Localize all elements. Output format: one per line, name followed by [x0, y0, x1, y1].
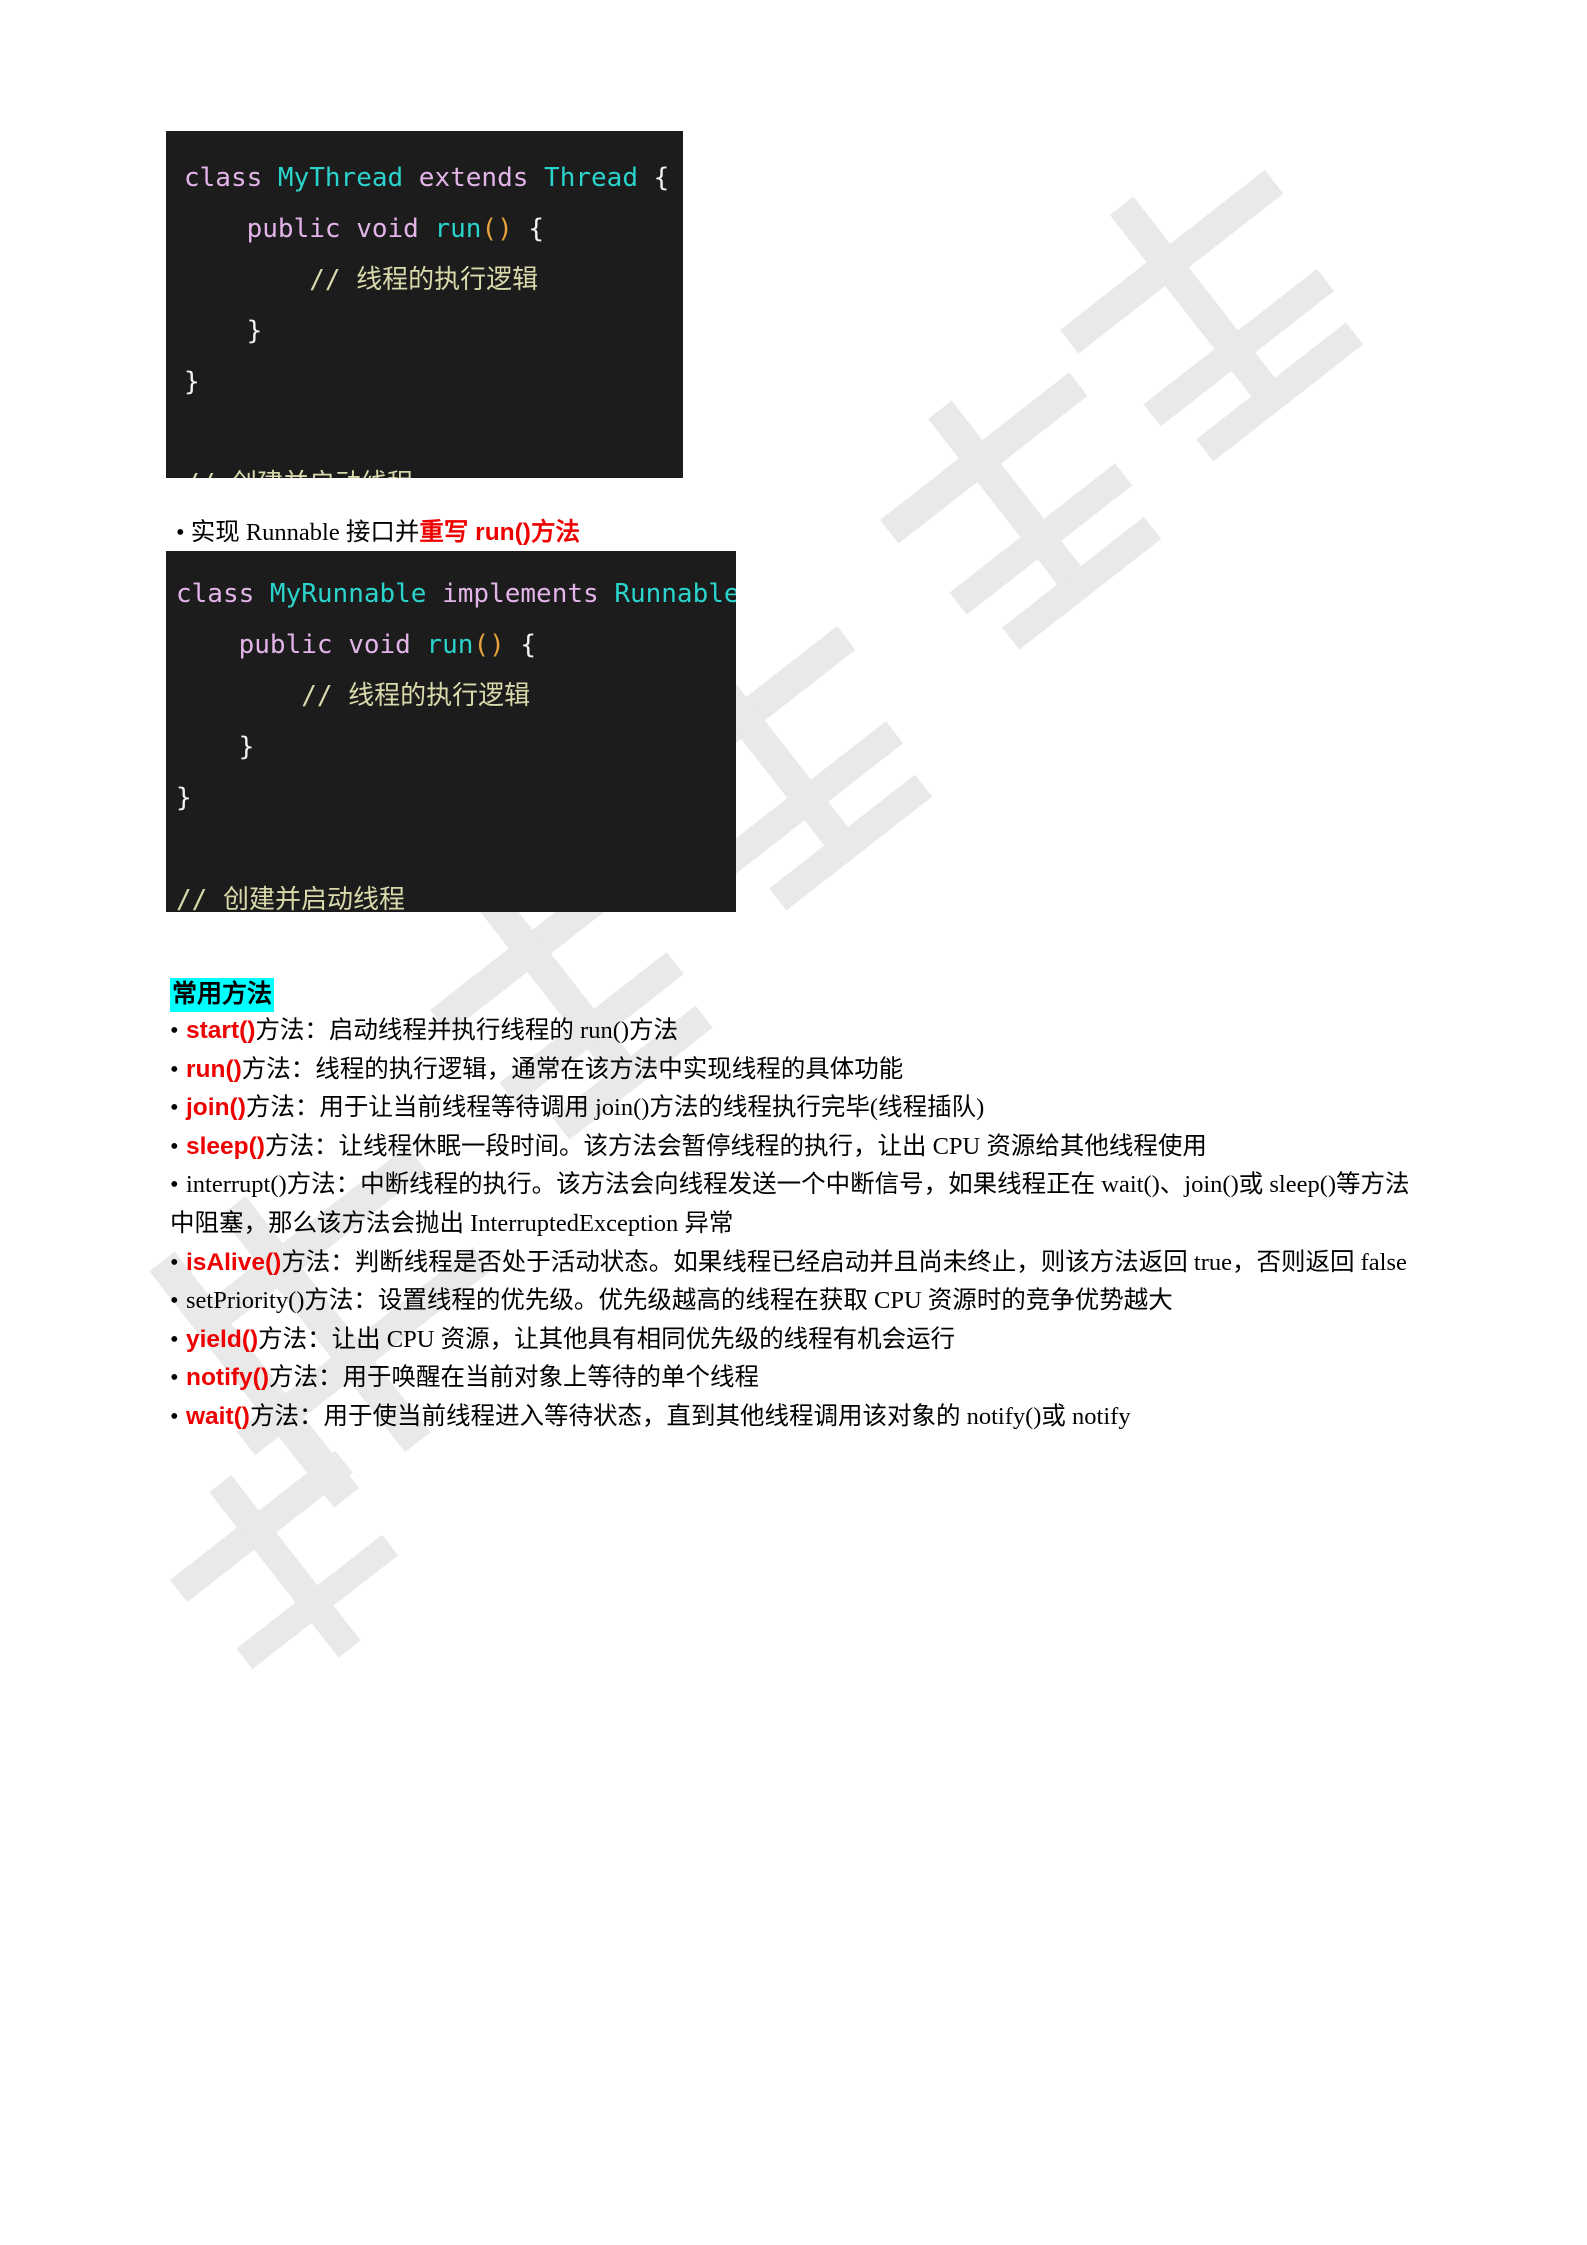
method-list-item: • setPriority()方法：设置线程的优先级。优先级越高的线程在获取 CP… [170, 1282, 1420, 1321]
bullet-dot: • [170, 1325, 179, 1353]
code-token: } [184, 316, 263, 346]
code-token: MyThread [277, 163, 404, 193]
method-text: 方法：用于使当前线程进入等待状态，直到其他线程调用该对象的 notify()或 … [249, 1402, 1131, 1430]
method-list-item: • sleep()方法：让线程休眠一段时间。该方法会暂停线程的执行，让出 CPU … [170, 1128, 1420, 1167]
method-list-item: • isAlive()方法：判断线程是否处于活动状态。如果线程已经启动并且尚未终止… [170, 1244, 1420, 1283]
code-token: MyRunnable [269, 579, 427, 609]
bullet-text: 实现 Runnable 接口并 [184, 519, 420, 546]
code-block-mythread: class MyThread extends Thread { public v… [166, 131, 683, 478]
bullet-implement-runnable: • 实现 Runnable 接口并重写 run()方法 [176, 513, 580, 552]
method-text: yield() [186, 1325, 259, 1353]
code-token: class [176, 579, 270, 609]
method-text: 方法：让线程休眠一段时间。该方法会暂停线程的执行，让出 CPU 资源给其他线程使… [264, 1132, 1207, 1160]
bullet-dot: • [170, 1094, 179, 1122]
code-token: { [512, 214, 545, 244]
method-list-item: • join()方法：用于让当前线程等待调用 join()方法的线程执行完毕(线程… [170, 1089, 1420, 1128]
bullet-dot: • [176, 519, 185, 546]
code-line: // 线程的执行逻辑 [176, 671, 736, 722]
bullet-dot: • [170, 1171, 179, 1199]
method-list-item: • yield()方法：让出 CPU 资源，让其他具有相同优先级的线程有机会运行 [170, 1321, 1420, 1360]
section-heading-common-methods: 常用方法 [170, 978, 275, 1012]
code-line: class MyRunnable implements Runnable { [176, 569, 736, 620]
method-text: 方法：线程的执行逻辑，通常在该方法中实现线程的具体功能 [241, 1055, 904, 1083]
code-token: // 创建并启动线程 [176, 885, 405, 912]
code-token: Thread [544, 163, 638, 193]
method-text: notify() [186, 1364, 269, 1392]
bullet-dot: • [170, 1055, 179, 1083]
method-text: wait() [186, 1402, 250, 1430]
code-token: } [184, 367, 200, 397]
code-token: run [426, 630, 474, 660]
method-text: 方法：让出 CPU 资源，让其他具有相同优先级的线程有机会运行 [258, 1325, 956, 1353]
code-block-myrunnable: class MyRunnable implements Runnable { p… [166, 551, 736, 912]
method-text: sleep() [186, 1132, 265, 1160]
code-token: run [434, 214, 482, 244]
code-line: } [176, 773, 736, 824]
code-line: // 线程的执行逻辑 [184, 255, 683, 306]
document-page: class MyThread extends Thread { public v… [0, 0, 1587, 2245]
bullet-dot: • [170, 1248, 179, 1276]
code-token: extends [403, 163, 545, 193]
bullet-dot: • [170, 1132, 179, 1160]
method-list-item: • interrupt()方法：中断线程的执行。该方法会向线程发送一个中断信号，如… [170, 1166, 1420, 1243]
method-text: interrupt()方法：中断线程的执行。该方法会向线程发送一个中断信号，如果… [170, 1171, 1410, 1237]
method-text: 方法：用于让当前线程等待调用 join()方法的线程执行完毕(线程插队) [245, 1094, 985, 1122]
method-text: setPriority()方法：设置线程的优先级。优先级越高的线程在获取 CPU… [186, 1287, 1173, 1315]
code-token: Runnable [614, 579, 736, 609]
code-line: } [184, 306, 683, 357]
bullet-dot: • [170, 1364, 179, 1392]
code-token: } [176, 783, 192, 813]
method-list-item: • notify()方法：用于唤醒在当前对象上等待的单个线程 [170, 1359, 1420, 1398]
code-token: implements [426, 579, 615, 609]
bullet-dot: • [170, 1402, 179, 1430]
method-list-item: • start()方法：启动线程并执行线程的 run()方法 [170, 1012, 1420, 1051]
method-list-item: • run()方法：线程的执行逻辑，通常在该方法中实现线程的具体功能 [170, 1051, 1420, 1090]
code-token: // 线程的执行逻辑 [184, 265, 539, 295]
method-text: isAlive() [186, 1248, 282, 1276]
code-token: // 创建并启动线程 [184, 469, 413, 478]
code-token: } [176, 732, 255, 762]
code-token: { [504, 630, 537, 660]
method-list-item: • wait()方法：用于使当前线程进入等待状态，直到其他线程调用该对象的 not… [170, 1398, 1420, 1437]
code-token: { [637, 163, 670, 193]
code-line: } [184, 357, 683, 408]
method-text: 方法：启动线程并执行线程的 run()方法 [255, 1017, 679, 1044]
code-token: () [473, 630, 505, 660]
code-line: class MyThread extends Thread { [184, 153, 683, 204]
bullet-text: 重写 run()方法 [419, 519, 580, 546]
method-text: start() [186, 1017, 256, 1044]
method-text: join() [186, 1094, 246, 1122]
code-line: // 创建并启动线程 [176, 875, 736, 912]
method-text: run() [186, 1055, 242, 1083]
code-line: public void run() { [176, 620, 736, 671]
code-token: class [184, 163, 278, 193]
code-token: () [481, 214, 513, 244]
code-token: public void [238, 630, 427, 660]
bullet-dot: • [170, 1017, 179, 1044]
common-methods-list: • start()方法：启动线程并执行线程的 run()方法 • run()方法：线程… [170, 1012, 1420, 1437]
code-line: // 创建并启动线程 [184, 459, 683, 478]
code-token: // 线程的执行逻辑 [176, 681, 531, 711]
code-line: public void run() { [184, 204, 683, 255]
method-text: 方法：判断线程是否处于活动状态。如果线程已经启动并且尚未终止，则该方法返回 tr… [281, 1248, 1407, 1276]
code-token: public void [246, 214, 435, 244]
code-line: } [176, 722, 736, 773]
method-text: 方法：用于唤醒在当前对象上等待的单个线程 [269, 1364, 759, 1392]
bullet-dot: • [170, 1287, 179, 1315]
